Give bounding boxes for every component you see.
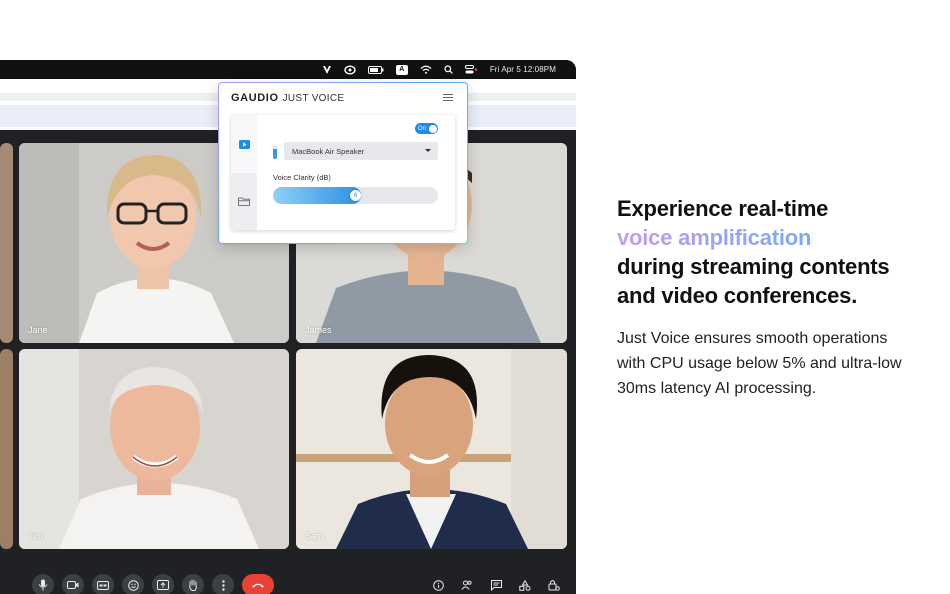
description-line: 30ms latency AI processing.: [617, 380, 817, 397]
product-name: JUST VOICE: [282, 93, 345, 104]
hamburger-menu-icon[interactable]: [443, 94, 453, 101]
page: A Fri Apr 5 12:08PM Jane James Tim Sam G…: [0, 0, 950, 594]
control-center-icon[interactable]: [464, 64, 478, 76]
menubar-clock[interactable]: Fri Apr 5 12:08PM: [490, 64, 556, 76]
raise-hand-icon[interactable]: [182, 574, 204, 594]
creative-cloud-icon[interactable]: [344, 64, 356, 76]
settings-panel: On MacBook Air Speaker Voice Clarity (dB…: [231, 115, 455, 230]
present-icon[interactable]: [152, 574, 174, 594]
folder-icon: [238, 197, 250, 206]
headline: Experience real-time voice amplification…: [617, 194, 937, 310]
chat-icon[interactable]: [488, 574, 504, 594]
participant-name: Tim: [28, 531, 43, 541]
output-mode-tab[interactable]: [231, 115, 257, 173]
description-line: with CPU usage below 5% and ultra-low: [617, 355, 902, 372]
toggle-label: On: [418, 125, 427, 132]
output-level-indicator: [273, 145, 277, 159]
selected-device: MacBook Air Speaker: [292, 146, 365, 156]
just-voice-popup: GAUDIO JUST VOICE On MacBook Air Speaker: [218, 82, 468, 244]
headline-highlight: voice amplification: [617, 223, 937, 252]
partial-video-tile: [0, 349, 13, 549]
voice-clarity-label: Voice Clarity (dB): [273, 173, 331, 182]
popup-header: GAUDIO JUST VOICE: [231, 92, 344, 104]
headline-line: during streaming contents: [617, 254, 890, 279]
power-toggle[interactable]: On: [415, 123, 438, 134]
more-icon[interactable]: [212, 574, 234, 594]
description-line: Just Voice ensures smooth operations: [617, 330, 888, 347]
file-mode-tab[interactable]: [231, 173, 257, 230]
captions-icon[interactable]: [92, 574, 114, 594]
brand-logo: GAUDIO: [231, 92, 279, 104]
participant-name: Sam: [305, 531, 324, 541]
app-v-icon[interactable]: [322, 64, 332, 76]
headline-line: Experience real-time: [617, 196, 829, 221]
activities-icon[interactable]: [517, 574, 533, 594]
mic-icon[interactable]: [32, 574, 54, 594]
end-call-icon[interactable]: [242, 574, 274, 594]
emoji-icon[interactable]: [122, 574, 144, 594]
wifi-icon[interactable]: [420, 64, 432, 76]
info-icon[interactable]: [430, 574, 446, 594]
participant-name: James: [305, 325, 332, 335]
participant-photo: [19, 349, 289, 549]
call-controls: [32, 574, 274, 594]
mac-menu-bar: A Fri Apr 5 12:08PM: [0, 60, 576, 79]
video-tile-tim[interactable]: Tim: [19, 349, 289, 549]
keyboard-input-icon[interactable]: A: [395, 64, 408, 75]
video-tile-sam[interactable]: Sam: [296, 349, 567, 549]
toggle-knob: [428, 124, 437, 133]
participant-name: Jane: [28, 325, 48, 335]
voice-clarity-slider[interactable]: 6: [273, 187, 438, 204]
spotlight-search-icon[interactable]: [444, 64, 453, 76]
slider-fill: [273, 187, 361, 204]
headline-line: and video conferences.: [617, 283, 858, 308]
battery-icon[interactable]: [367, 64, 384, 76]
panel-sidebar: [231, 115, 257, 230]
partial-video-tile: [0, 143, 13, 343]
people-icon[interactable]: [459, 574, 475, 594]
meeting-side-controls: [430, 574, 562, 594]
output-device-select[interactable]: MacBook Air Speaker: [284, 142, 438, 160]
description: Just Voice ensures smooth operations wit…: [617, 326, 937, 401]
host-controls-icon[interactable]: [546, 574, 562, 594]
slider-thumb[interactable]: 6: [350, 190, 361, 201]
participant-photo: [296, 349, 567, 549]
camera-icon[interactable]: [62, 574, 84, 594]
chevron-down-icon: [425, 149, 431, 152]
play-video-icon: [238, 139, 250, 149]
